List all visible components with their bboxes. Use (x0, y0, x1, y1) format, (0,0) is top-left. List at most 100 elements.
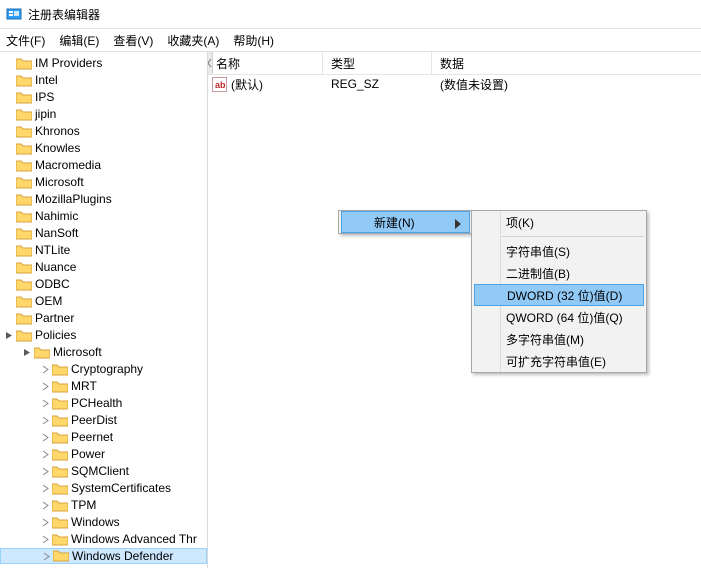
value-data: (数值未设置) (432, 76, 701, 93)
expand-toggle[interactable] (38, 433, 52, 442)
folder-icon (16, 261, 32, 275)
tree-item[interactable]: Windows (0, 514, 207, 531)
tree-item[interactable]: Knowles (0, 140, 207, 157)
tree-item[interactable]: Partner (0, 310, 207, 327)
tree-item[interactable]: PeerDist (0, 412, 207, 429)
menu-view[interactable]: 查看(V) (113, 32, 153, 49)
tree-label: OEM (35, 293, 62, 310)
submenu-item-dword[interactable]: DWORD (32 位)值(D) (474, 284, 644, 306)
context-item-new[interactable]: 新建(N) (341, 211, 470, 233)
folder-icon (16, 125, 32, 139)
tree-item[interactable]: Nuance (0, 259, 207, 276)
tree-item[interactable]: NTLite (0, 242, 207, 259)
tree-item[interactable]: SQMClient (0, 463, 207, 480)
submenu-label: 项(K) (506, 214, 534, 231)
expand-toggle[interactable] (20, 348, 34, 357)
expand-toggle[interactable] (38, 416, 52, 425)
tree-item[interactable]: OEM (0, 293, 207, 310)
header-type[interactable]: 类型 (323, 52, 432, 74)
tree-item[interactable]: PCHealth (0, 395, 207, 412)
tree-item[interactable]: Nahimic (0, 208, 207, 225)
tree-label: PCHealth (71, 395, 122, 412)
tree-item[interactable]: NanSoft (0, 225, 207, 242)
submenu-item-multistring[interactable]: 多字符串值(M) (472, 328, 646, 350)
tree-item[interactable]: MRT (0, 378, 207, 395)
tree-label: jipin (35, 106, 56, 123)
menu-favorites[interactable]: 收藏夹(A) (167, 32, 219, 49)
tree-label: Nuance (35, 259, 76, 276)
expand-toggle[interactable] (38, 365, 52, 374)
tree-label: Peernet (71, 429, 113, 446)
tree-item[interactable]: IM Providers (0, 55, 207, 72)
context-menu: 新建(N) (338, 210, 473, 234)
tree-label: NanSoft (35, 225, 78, 242)
tree-label: ODBC (35, 276, 70, 293)
svg-text:ab: ab (215, 80, 226, 90)
tree-item-microsoft-under-policies[interactable]: Microsoft (0, 344, 207, 361)
header-data[interactable]: 数据 (432, 52, 701, 74)
submenu-item-expandstring[interactable]: 可扩充字符串值(E) (472, 350, 646, 372)
expand-toggle[interactable] (38, 450, 52, 459)
tree-label: Microsoft (35, 174, 84, 191)
tree-label: Cryptography (71, 361, 143, 378)
folder-icon (52, 516, 68, 530)
submenu-item-string[interactable]: 字符串值(S) (472, 240, 646, 262)
tree-item[interactable]: Peernet (0, 429, 207, 446)
tree-item[interactable]: Cryptography (0, 361, 207, 378)
expand-toggle[interactable] (38, 501, 52, 510)
folder-icon (16, 57, 32, 71)
folder-icon (16, 278, 32, 292)
tree-item[interactable]: TPM (0, 497, 207, 514)
tree-item[interactable]: IPS (0, 89, 207, 106)
expand-toggle[interactable] (38, 484, 52, 493)
folder-icon (52, 363, 68, 377)
tree-item[interactable]: Microsoft (0, 174, 207, 191)
tree-item[interactable]: SystemCertificates (0, 480, 207, 497)
tree-label: Windows Advanced Thr (71, 531, 197, 548)
tree-item[interactable]: Power (0, 446, 207, 463)
folder-icon (16, 295, 32, 309)
value-row[interactable]: ab (默认) REG_SZ (数值未设置) (208, 75, 701, 93)
tree-label: PeerDist (71, 412, 117, 429)
submenu-item-qword[interactable]: QWORD (64 位)值(Q) (472, 306, 646, 328)
tree-item[interactable]: ODBC (0, 276, 207, 293)
tree-pane[interactable]: IM ProvidersIntelIPSjipinKhronosKnowlesM… (0, 52, 208, 568)
menu-help[interactable]: 帮助(H) (233, 32, 274, 49)
menu-file[interactable]: 文件(F) (6, 32, 45, 49)
expand-toggle[interactable] (38, 382, 52, 391)
tree-label: SQMClient (71, 463, 129, 480)
expand-toggle[interactable] (2, 331, 16, 340)
folder-icon (52, 482, 68, 496)
expand-toggle[interactable] (38, 518, 52, 527)
tree-item[interactable]: Macromedia (0, 157, 207, 174)
tree-item[interactable]: MozillaPlugins (0, 191, 207, 208)
submenu-label: DWORD (32 位)值(D) (507, 287, 622, 304)
tree-label: SystemCertificates (71, 480, 171, 497)
folder-icon (52, 465, 68, 479)
tree-item[interactable]: jipin (0, 106, 207, 123)
folder-icon (16, 108, 32, 122)
expand-toggle[interactable] (38, 535, 52, 544)
folder-icon (16, 244, 32, 258)
submenu-item-binary[interactable]: 二进制值(B) (472, 262, 646, 284)
header-name[interactable]: 名称 (208, 52, 323, 74)
tree-item[interactable]: Khronos (0, 123, 207, 140)
submenu-item-key[interactable]: 项(K) (472, 211, 646, 233)
tree-label: IM Providers (35, 55, 102, 72)
tree-item[interactable]: Windows Advanced Thr (0, 531, 207, 548)
collapse-handle[interactable] (208, 52, 213, 74)
tree-item[interactable]: Windows Defender (0, 548, 207, 564)
folder-icon (16, 74, 32, 88)
tree-label: Power (71, 446, 105, 463)
expand-toggle[interactable] (38, 399, 52, 408)
menu-edit[interactable]: 编辑(E) (59, 32, 99, 49)
folder-icon (52, 397, 68, 411)
context-label: 新建(N) (374, 214, 415, 231)
tree-item[interactable]: Intel (0, 72, 207, 89)
expand-toggle[interactable] (38, 467, 52, 476)
folder-icon (16, 227, 32, 241)
expand-toggle[interactable] (39, 552, 53, 561)
value-list[interactable]: ab (默认) REG_SZ (数值未设置) 新建(N) (208, 75, 701, 568)
submenu-label: 多字符串值(M) (506, 331, 584, 348)
tree-item[interactable]: Policies (0, 327, 207, 344)
